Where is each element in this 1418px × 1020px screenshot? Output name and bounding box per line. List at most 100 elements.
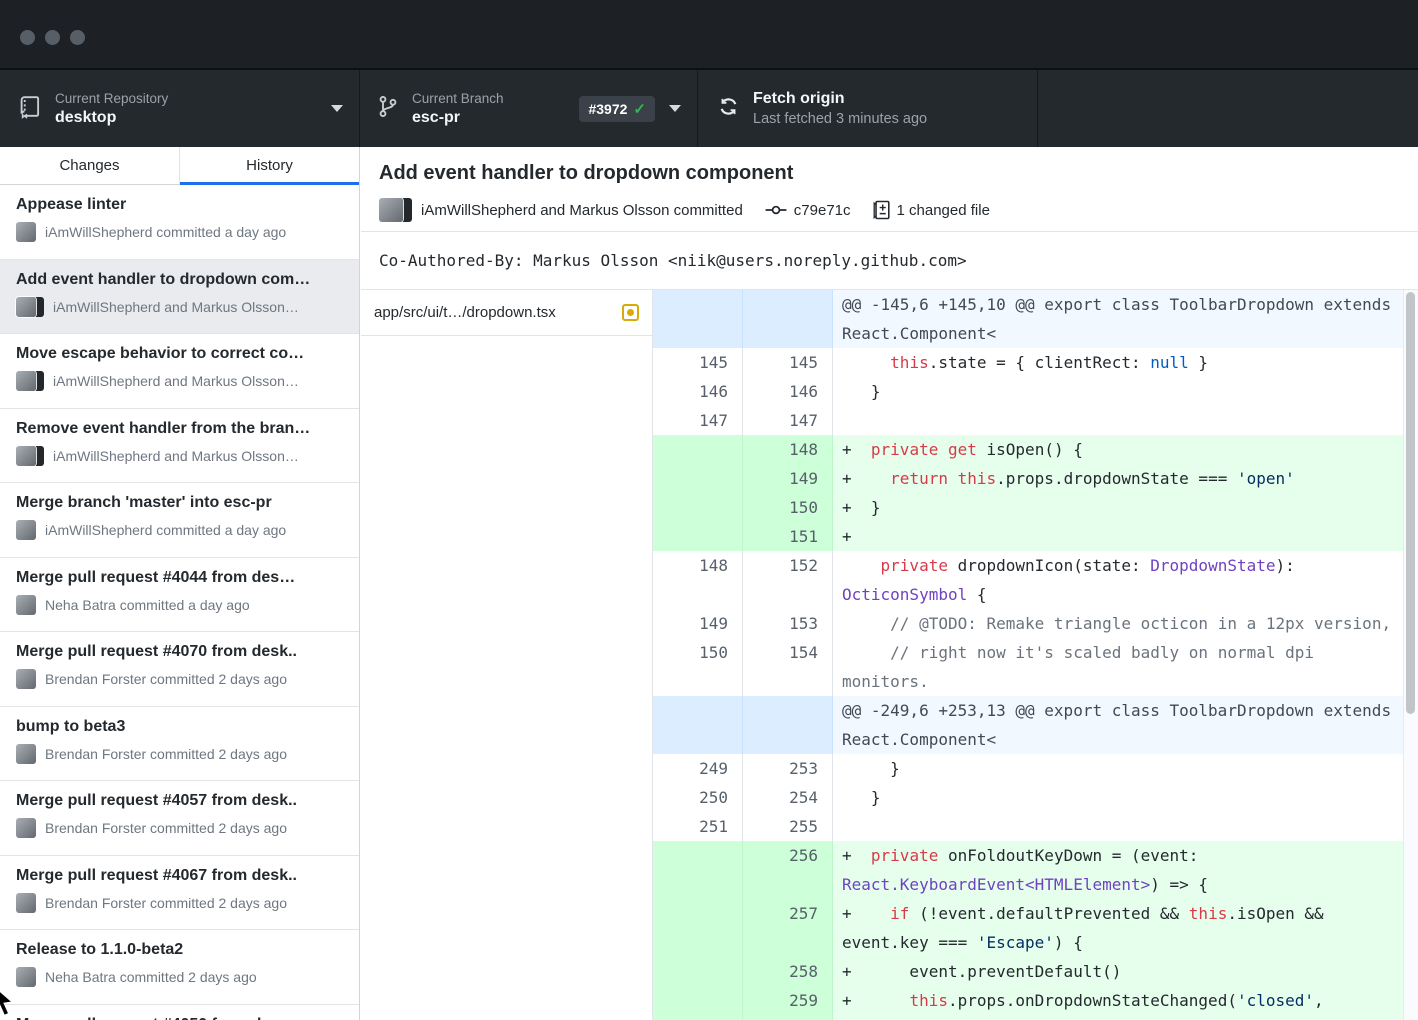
new-line-number: [743, 696, 833, 754]
git-branch-icon: [378, 94, 398, 124]
diff-line: 150154 // right now it's scaled badly on…: [653, 638, 1418, 696]
commit-list-item[interactable]: Move escape behavior to correct co…iAmWi…: [0, 334, 359, 409]
avatar: [16, 744, 36, 764]
diff-code: }: [833, 377, 1418, 406]
old-line-number: [653, 290, 743, 348]
commit-meta: Brendan Forster committed 2 days ago: [16, 744, 343, 764]
commit-description: Co-Authored-By: Markus Olsson <niik@user…: [361, 232, 1418, 290]
current-branch-button[interactable]: Current Branch esc-pr #3972 ✓: [360, 70, 698, 147]
diff-code: + return this.props.dropdownState === 'o…: [833, 464, 1418, 493]
new-line-number: 258: [743, 957, 833, 986]
commit-list-item[interactable]: Merge pull request #4050 from des…: [0, 1005, 359, 1020]
tab-history[interactable]: History: [179, 147, 359, 184]
commit-list-item[interactable]: Merge branch 'master' into esc-priAmWill…: [0, 483, 359, 558]
close-window-button[interactable]: [20, 30, 35, 45]
commit-title: Merge pull request #4044 from des…: [16, 569, 343, 587]
diff-code: }: [833, 754, 1418, 783]
file-modified-icon: [622, 304, 639, 321]
old-line-number: 145: [653, 348, 743, 377]
maximize-window-button[interactable]: [70, 30, 85, 45]
new-line-number: 151: [743, 522, 833, 551]
commit-list-item[interactable]: Merge pull request #4057 from desk.. Bren…: [0, 781, 359, 856]
commit-list-item[interactable]: Release to 1.1.0-beta2Neha Batra committ…: [0, 930, 359, 1005]
commit-title: Move escape behavior to correct co…: [16, 345, 343, 363]
new-line-number: 254: [743, 783, 833, 812]
commit-list-item[interactable]: Remove event handler from the bran… iAmWi…: [0, 409, 359, 484]
diff-line: 251255: [653, 812, 1418, 841]
old-line-number: [653, 522, 743, 551]
fetch-title: Fetch origin: [753, 89, 927, 109]
commit-title: Merge pull request #4050 from des…: [16, 1016, 343, 1020]
new-line-number: 253: [743, 754, 833, 783]
diff-code: // @TODO: Remake triangle octicon in a 1…: [833, 609, 1418, 638]
fetch-origin-button[interactable]: Fetch origin Last fetched 3 minutes ago: [698, 70, 1038, 147]
commit-title: Merge pull request #4067 from desk..: [16, 867, 343, 885]
diff-line: 151+: [653, 522, 1418, 551]
minimize-window-button[interactable]: [45, 30, 60, 45]
diff-line: 250254 }: [653, 783, 1418, 812]
avatar: [16, 818, 36, 838]
commit-author-line: iAmWillShepherd committed a day ago: [45, 224, 286, 240]
diff-code: + this.props.onDropdownStateChanged('clo…: [833, 986, 1418, 1020]
commit-meta: Brendan Forster committed 2 days ago: [16, 669, 343, 689]
commit-author-line: Brendan Forster committed 2 days ago: [45, 820, 287, 836]
repository-label: Current Repository: [55, 90, 168, 107]
scrollbar-thumb[interactable]: [1406, 292, 1415, 714]
diff-scrollbar: [1403, 290, 1418, 1020]
diff-code: @@ -145,6 +145,10 @@ export class Toolba…: [833, 290, 1418, 348]
chevron-down-icon: [331, 105, 343, 112]
commit-list-item[interactable]: Appease linteriAmWillShepherd committed …: [0, 185, 359, 260]
current-repository-button[interactable]: Current Repository desktop: [0, 70, 360, 147]
new-line-number: 256: [743, 841, 833, 899]
tab-changes[interactable]: Changes: [0, 147, 179, 184]
new-line-number: 257: [743, 899, 833, 957]
diff-code: + private onFoldoutKeyDown = (event: Rea…: [833, 841, 1418, 899]
old-line-number: [653, 841, 743, 899]
avatar: [16, 967, 36, 987]
diff-line: 147147: [653, 406, 1418, 435]
diff-hunk-header: @@ -249,6 +253,13 @@ export class Toolba…: [653, 696, 1418, 754]
old-line-number: [653, 986, 743, 1020]
old-line-number: 148: [653, 551, 743, 609]
commit-meta: iAmWillShepherd committed a day ago: [16, 222, 343, 242]
old-line-number: 146: [653, 377, 743, 406]
pr-number: #3972: [588, 101, 627, 117]
changed-file-icon: [873, 200, 890, 220]
diff-code: + if (!event.defaultPrevented && this.is…: [833, 899, 1418, 957]
commit-meta: Neha Batra committed 2 days ago: [16, 967, 343, 987]
commit-meta: iAmWillShepherd committed a day ago: [16, 520, 343, 540]
commit-meta: Brendan Forster committed 2 days ago: [16, 818, 343, 838]
avatar: [16, 222, 36, 242]
avatar: [379, 198, 410, 222]
check-icon: ✓: [633, 100, 646, 118]
diff-code: this.state = { clientRect: null }: [833, 348, 1418, 377]
new-line-number: 255: [743, 812, 833, 841]
window-controls: [20, 30, 85, 45]
old-line-number: 250: [653, 783, 743, 812]
commit-title: Remove event handler from the bran…: [16, 420, 343, 438]
file-list-item[interactable]: app/src/ui/t…/dropdown.tsx: [361, 290, 652, 336]
commit-author-line: Brendan Forster committed 2 days ago: [45, 671, 287, 687]
diff-line: 256+ private onFoldoutKeyDown = (event: …: [653, 841, 1418, 899]
commit-list: Appease linteriAmWillShepherd committed …: [0, 185, 359, 1020]
commit-list-item[interactable]: Merge pull request #4044 from des…Neha B…: [0, 558, 359, 633]
commit-list-item[interactable]: Add event handler to dropdown com…iAmWil…: [0, 260, 359, 335]
mouse-cursor-icon: [0, 988, 16, 1020]
commit-meta: Brendan Forster committed 2 days ago: [16, 893, 343, 913]
commit-title: Merge pull request #4057 from desk..: [16, 792, 343, 810]
old-line-number: [653, 899, 743, 957]
new-line-number: 154: [743, 638, 833, 696]
commit-author-line: iAmWillShepherd and Markus Olsson…: [53, 299, 299, 315]
diff-line: 257+ if (!event.defaultPrevented && this…: [653, 899, 1418, 957]
commit-meta: iAmWillShepherd and Markus Olsson…: [16, 446, 343, 466]
branch-label: Current Branch: [412, 90, 504, 107]
fetch-subtitle: Last fetched 3 minutes ago: [753, 110, 927, 129]
commit-list-item[interactable]: Merge pull request #4067 from desk.. Bren…: [0, 856, 359, 931]
diff-line: 149+ return this.props.dropdownState ===…: [653, 464, 1418, 493]
commit-list-item[interactable]: bump to beta3Brendan Forster committed 2…: [0, 707, 359, 782]
sidebar: Changes History Appease linteriAmWillShe…: [0, 147, 360, 1020]
changed-files-panel: app/src/ui/t…/dropdown.tsx: [361, 290, 653, 1020]
commit-list-item[interactable]: Merge pull request #4070 from desk..Bren…: [0, 632, 359, 707]
old-line-number: [653, 464, 743, 493]
main-pane: Add event handler to dropdown component …: [361, 147, 1418, 1020]
